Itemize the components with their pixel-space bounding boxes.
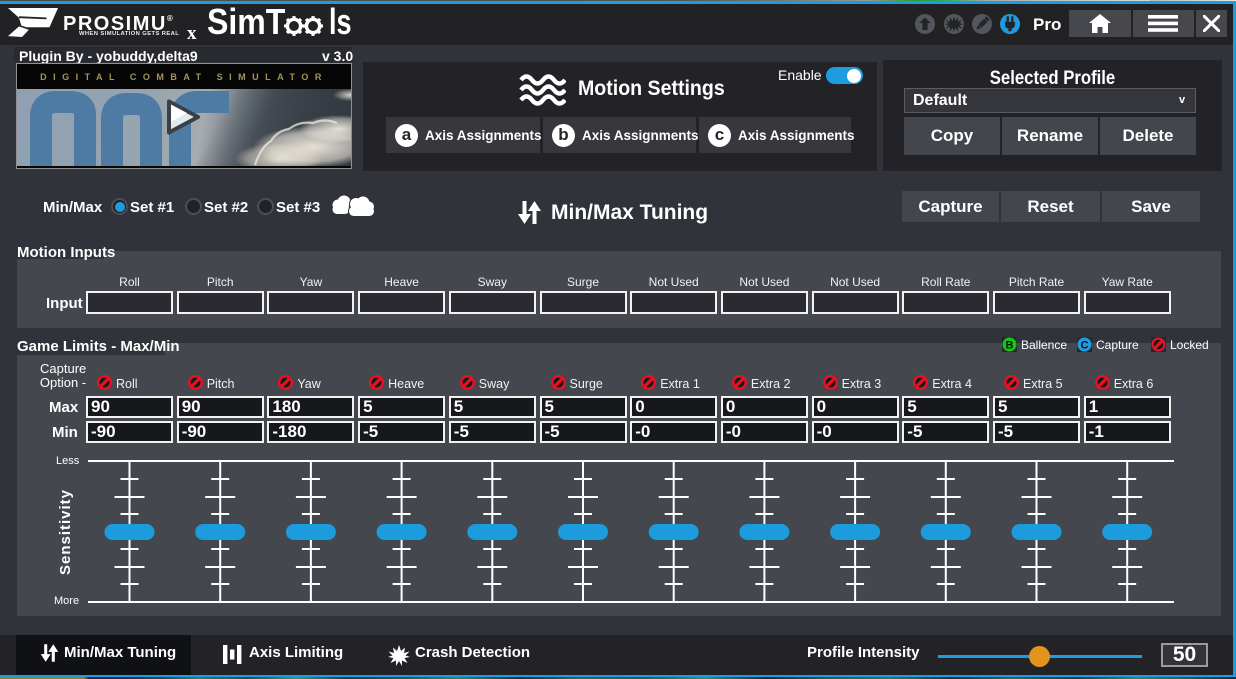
- svg-text:B: B: [1006, 340, 1014, 352]
- svg-text:C: C: [1081, 340, 1089, 352]
